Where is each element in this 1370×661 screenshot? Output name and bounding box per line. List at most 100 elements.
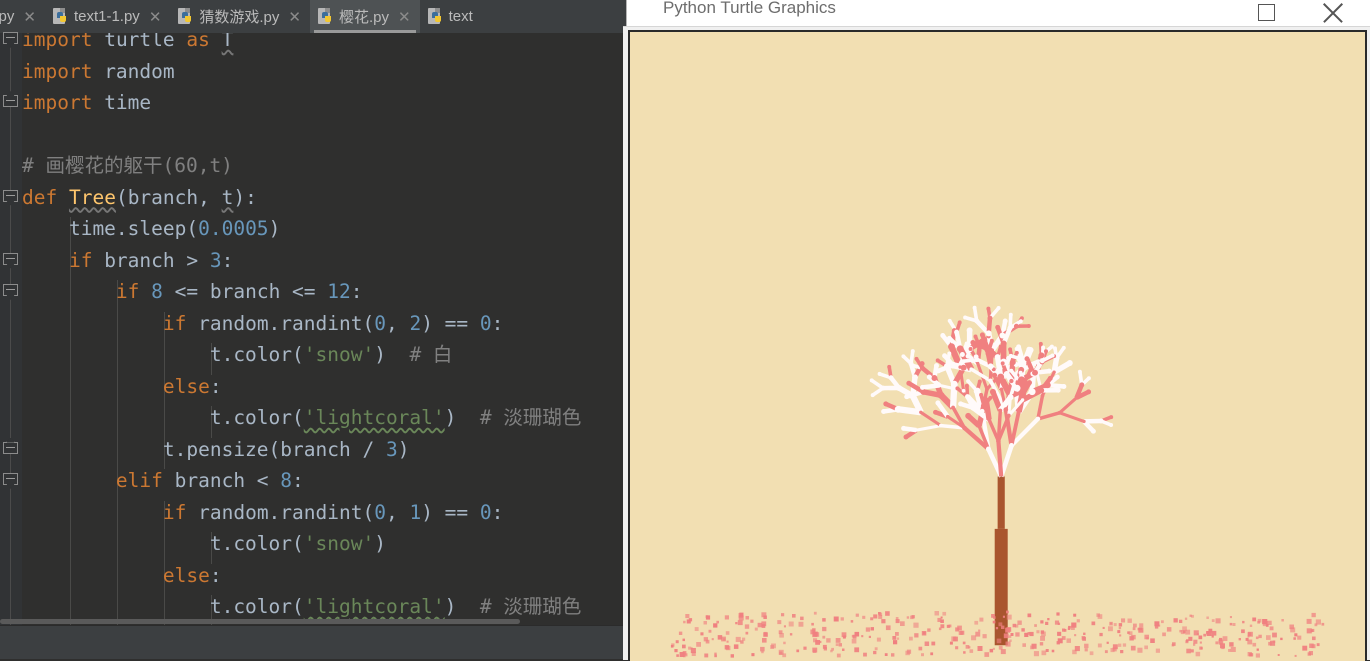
- code-token: 0: [374, 312, 386, 335]
- code-token: random.randint(: [186, 501, 374, 524]
- code-token: t.color(: [22, 595, 304, 618]
- tab-label: text: [449, 8, 473, 25]
- code-token: 0: [374, 501, 386, 524]
- editor-tab-0[interactable]: 1.py ✕: [0, 0, 45, 33]
- code-token: # 淡珊瑚色: [480, 595, 581, 618]
- code-token: time.sleep(: [22, 217, 198, 240]
- code-line: def Tree(branch, t):: [22, 182, 257, 214]
- editor-gutter[interactable]: [0, 33, 22, 625]
- code-token: 1: [409, 501, 421, 524]
- scrollbar-thumb[interactable]: [0, 619, 520, 624]
- code-token: [22, 564, 163, 587]
- code-token: # 淡珊瑚色: [480, 406, 581, 429]
- code-token: branch <: [163, 469, 280, 492]
- code-line: time.sleep(0.0005): [22, 213, 280, 245]
- tab-close-icon[interactable]: ✕: [149, 8, 162, 26]
- code-token: t.color(: [22, 532, 304, 555]
- tab-close-icon[interactable]: ✕: [288, 8, 301, 26]
- editor-tab-4[interactable]: text: [420, 0, 482, 33]
- code-token: ): [374, 343, 409, 366]
- code-token: t.color(: [22, 406, 304, 429]
- python-file-icon: [428, 8, 443, 25]
- code-fold-toggle[interactable]: [3, 442, 18, 457]
- tab-label: 1.py: [0, 8, 14, 25]
- code-token: Tree: [69, 186, 116, 209]
- code-token: 0.0005: [198, 217, 268, 240]
- code-fold-toggle[interactable]: [3, 253, 18, 268]
- code-token: elif: [116, 469, 163, 492]
- code-line: t.color('lightcoral') # 淡珊瑚色: [22, 402, 581, 434]
- code-token: 0: [480, 312, 492, 335]
- code-line: if branch > 3:: [22, 245, 233, 277]
- code-token: [22, 375, 163, 398]
- editor-tab-3[interactable]: 樱花.py✕: [310, 0, 420, 33]
- code-token: [57, 186, 69, 209]
- code-line: if random.randint(0, 1) == 0:: [22, 497, 503, 529]
- code-token: turtle: [104, 33, 174, 51]
- code-line: if 8 <= branch <= 12:: [22, 276, 363, 308]
- code-token: [22, 501, 163, 524]
- code-line: import turtle as T: [22, 33, 233, 56]
- code-token: 3: [210, 249, 222, 272]
- code-token: 'snow': [304, 532, 374, 555]
- code-fold-toggle[interactable]: [3, 284, 18, 299]
- code-token: ): [398, 438, 410, 461]
- code-editor[interactable]: import turtle as Timport randomimport ti…: [22, 33, 626, 625]
- tab-close-icon[interactable]: ✕: [23, 8, 36, 26]
- window-title: Python Turtle Graphics: [663, 0, 836, 18]
- editor-tab-bar: 1.py✕text1-1.py✕猜数游戏.py✕樱花.py✕text: [0, 0, 626, 33]
- python-file-icon: [178, 8, 193, 25]
- python-file-icon: [318, 8, 333, 25]
- code-line: else:: [22, 371, 222, 403]
- python-file-icon: [53, 8, 68, 25]
- editor-tab-2[interactable]: 猜数游戏.py✕: [170, 0, 310, 33]
- code-token: t: [222, 186, 234, 209]
- turtle-canvas[interactable]: [630, 32, 1365, 661]
- canvas-border: [628, 30, 1367, 661]
- code-line: import random: [22, 56, 175, 88]
- close-button[interactable]: [1311, 0, 1357, 24]
- gutter-indent-line: [10, 33, 11, 625]
- tab-label: text1-1.py: [74, 8, 140, 25]
- code-token: :: [492, 501, 504, 524]
- cherry-blossom-drawing: [630, 32, 1365, 661]
- code-token: ,: [386, 312, 409, 335]
- code-token: [22, 249, 69, 272]
- code-token: :: [351, 280, 363, 303]
- code-token: 0: [480, 501, 492, 524]
- code-token: ): [445, 406, 480, 429]
- code-line: # 画樱花的躯干(60,t): [22, 150, 233, 182]
- code-token: [22, 469, 116, 492]
- code-line: t.pensize(branch / 3): [22, 434, 409, 466]
- editor-tab-1[interactable]: text1-1.py ✕: [45, 0, 170, 33]
- code-token: random.randint(: [186, 312, 374, 335]
- code-token: if: [69, 249, 92, 272]
- code-token: random: [92, 60, 174, 83]
- code-fold-toggle[interactable]: [3, 95, 18, 110]
- code-token: def: [22, 186, 57, 209]
- tab-close-icon[interactable]: ✕: [398, 8, 411, 26]
- code-fold-toggle[interactable]: [3, 190, 18, 205]
- code-token: t.color(: [22, 343, 304, 366]
- code-fold-toggle[interactable]: [3, 32, 18, 47]
- status-bar: [0, 625, 626, 659]
- code-token: [139, 280, 151, 303]
- maximize-button[interactable]: [1244, 0, 1290, 24]
- code-token: [22, 280, 116, 303]
- code-line: if random.randint(0, 2) == 0:: [22, 308, 503, 340]
- code-token: # 白: [409, 343, 452, 366]
- code-token: import: [22, 60, 92, 83]
- code-token: # 画樱花的躯干(60,t): [22, 154, 233, 177]
- code-fold-toggle[interactable]: [3, 473, 18, 488]
- code-token: if: [163, 501, 186, 524]
- code-token: :: [222, 249, 234, 272]
- code-token: as: [186, 33, 209, 51]
- canvas-frame: [623, 26, 1370, 660]
- code-token: 'snow': [304, 343, 374, 366]
- horizontal-scrollbar[interactable]: [0, 618, 626, 625]
- code-token: if: [163, 312, 186, 335]
- code-token: 8: [280, 469, 292, 492]
- code-token: ):: [233, 186, 256, 209]
- code-token: else: [163, 564, 210, 587]
- code-token: else: [163, 375, 210, 398]
